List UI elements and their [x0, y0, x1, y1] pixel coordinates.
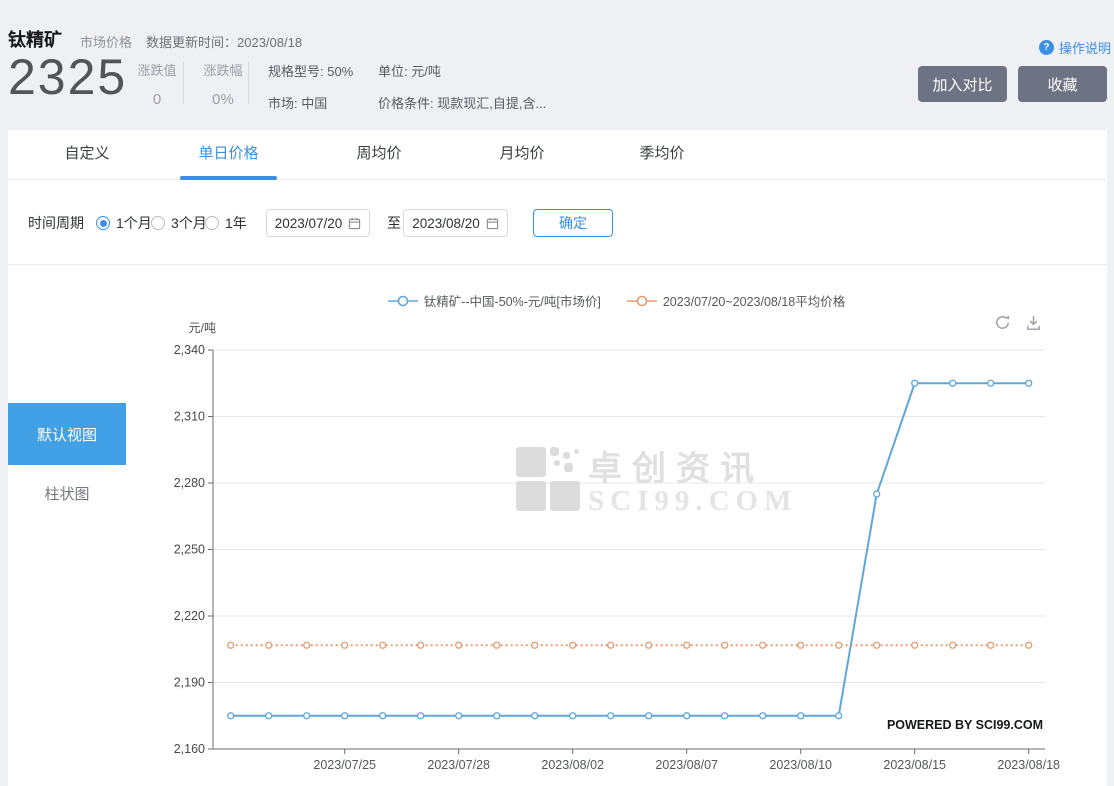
unit-condition-block: 单位: 元/吨 价格条件: 现款现汇,自提,含... [378, 61, 546, 112]
chart-legend: 钛精矿--中国-50%-元/吨[市场价] 2023/07/20~2023/08/1… [126, 291, 1107, 310]
svg-text:2,160: 2,160 [174, 742, 205, 756]
tab-custom[interactable]: 自定义 [57, 130, 117, 180]
legend-item[interactable]: 2023/07/20~2023/08/18平均价格 [626, 291, 846, 310]
svg-text:2023/07/25: 2023/07/25 [313, 758, 376, 772]
to-label: 至 [387, 215, 401, 231]
main-panel: 自定义 单日价格 周均价 月均价 季均价 时间周期 1个月 3个月 1年 202… [8, 130, 1107, 786]
radio-3months-label: 3个月 [171, 215, 207, 231]
radio-1month-label: 1个月 [116, 215, 152, 231]
change-pct: 0% [212, 91, 234, 108]
update-time-label: 数据更新时间： [146, 35, 238, 50]
change-value-block: 涨跌值 0 [134, 60, 180, 108]
tab-bar: 自定义 单日价格 周均价 月均价 季均价 [8, 130, 1107, 180]
change-pct-block: 涨跌幅 0% [198, 60, 248, 108]
confirm-button[interactable]: 确定 [533, 209, 613, 237]
price-header: 钛精矿 市场价格 数据更新时间：2023/08/18 ? 操作说明 2325 涨… [0, 0, 1114, 130]
page: 钛精矿 市场价格 数据更新时间：2023/08/18 ? 操作说明 2325 涨… [0, 0, 1114, 786]
svg-text:2023/08/10: 2023/08/10 [769, 758, 832, 772]
radio-dot [96, 216, 110, 230]
sidebar-item-bar-chart[interactable]: 柱状图 [8, 483, 126, 504]
svg-text:2,310: 2,310 [174, 410, 205, 424]
svg-text:2023/08/07: 2023/08/07 [655, 758, 718, 772]
spec-market-block: 规格型号: 50% 市场: 中国 [268, 61, 353, 112]
question-icon: ? [1038, 40, 1054, 55]
condition-label: 价格条件: 现款现汇,自提,含... [378, 96, 547, 111]
tab-weekly-avg[interactable]: 周均价 [349, 130, 409, 180]
legend-label: 2023/07/20~2023/08/18平均价格 [662, 295, 846, 309]
change-value: 0 [152, 91, 162, 108]
svg-text:2,250: 2,250 [174, 543, 205, 557]
svg-text:2023/07/28: 2023/07/28 [427, 758, 490, 772]
radio-1month[interactable]: 1个月 [96, 213, 152, 233]
change-value-label: 涨跌值 [137, 63, 177, 78]
gridlines [213, 349, 1045, 683]
calendar-icon [349, 217, 361, 229]
add-compare-button[interactable]: 加入对比 [918, 66, 1007, 102]
end-date-value: 2023/08/20 [412, 215, 480, 231]
divider [248, 62, 249, 104]
powered-by-label: POWERED BY SCI99.COM [886, 718, 1043, 732]
legend-marker-icon [626, 295, 657, 306]
svg-text:2,190: 2,190 [174, 676, 205, 690]
spec-label: 规格型号: 50% [268, 64, 354, 79]
end-date-input[interactable]: 2023/08/20 [403, 209, 508, 237]
svg-text:2023/08/02: 2023/08/02 [541, 758, 604, 772]
radio-dot [205, 216, 219, 230]
time-filter-row: 时间周期 1个月 3个月 1年 2023/07/20 至 2023/08/20 [8, 180, 1107, 265]
period-label: 时间周期 [28, 215, 84, 231]
market-label: 市场: 中国 [268, 96, 328, 111]
svg-text:2,280: 2,280 [174, 476, 205, 490]
series-average [227, 641, 1033, 649]
x-axis-labels: 2023/07/25 2023/07/28 2023/08/02 2023/08/07… [313, 758, 1060, 772]
chart-area: 钛精矿--中国-50%-元/吨[市场价] 2023/07/20~2023/08/1… [126, 265, 1107, 786]
start-date-value: 2023/07/20 [274, 215, 343, 231]
start-date-input[interactable]: 2023/07/20 [266, 209, 370, 237]
tab-monthly-avg[interactable]: 月均价 [492, 130, 552, 180]
radio-1year[interactable]: 1年 [205, 213, 247, 233]
current-price: 2325 [8, 49, 128, 105]
price-line-chart[interactable]: 2,160 2,190 2,220 2,250 2,280 2,310 2,340 2023/… [126, 325, 1107, 786]
update-time: 数据更新时间：2023/08/18 [146, 32, 302, 51]
calendar-icon [486, 217, 498, 229]
svg-text:2,340: 2,340 [174, 343, 205, 357]
svg-text:2023/08/18: 2023/08/18 [997, 758, 1060, 772]
divider [183, 62, 184, 104]
help-label: 操作说明 [1058, 41, 1111, 56]
radio-1year-label: 1年 [225, 215, 247, 231]
unit-label: 单位: 元/吨 [378, 64, 441, 79]
tab-quarterly-avg[interactable]: 季均价 [632, 130, 692, 180]
change-pct-label: 涨跌幅 [203, 63, 243, 78]
radio-dot [151, 216, 165, 230]
help-link[interactable]: ? 操作说明 [1038, 38, 1111, 57]
axes [208, 349, 1045, 754]
tab-daily-price[interactable]: 单日价格 [180, 130, 277, 180]
svg-text:2,220: 2,220 [174, 609, 205, 623]
y-axis-labels: 2,160 2,190 2,220 2,250 2,280 2,310 2,340 [174, 343, 205, 756]
legend-item[interactable]: 钛精矿--中国-50%-元/吨[市场价] [387, 291, 601, 310]
legend-label: 钛精矿--中国-50%-元/吨[市场价] [423, 295, 601, 309]
svg-text:2023/08/15: 2023/08/15 [883, 758, 946, 772]
sidebar-item-default-view[interactable]: 默认视图 [8, 403, 126, 465]
legend-marker-icon [387, 295, 418, 306]
favorite-button[interactable]: 收藏 [1018, 66, 1107, 102]
update-time-value: 2023/08/18 [237, 35, 303, 50]
radio-3months[interactable]: 3个月 [151, 213, 207, 233]
